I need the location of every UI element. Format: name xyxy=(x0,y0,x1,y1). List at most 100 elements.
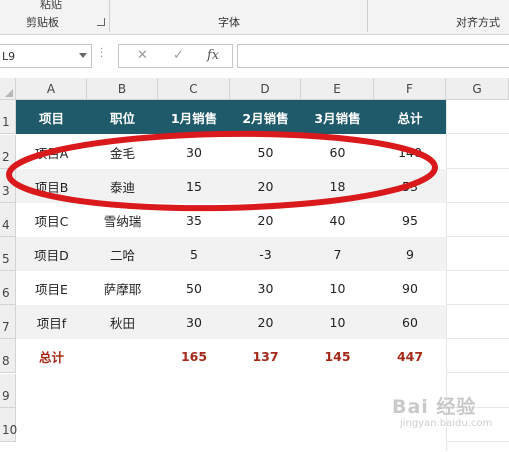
cell[interactable]: 项目C xyxy=(16,203,87,237)
cell[interactable]: 1月销售 xyxy=(158,100,230,134)
cell[interactable]: 项目E xyxy=(16,271,87,305)
formula-bar-grip-icon[interactable]: · · · xyxy=(100,45,104,63)
cell[interactable]: 10 xyxy=(301,271,374,305)
table-row: 项目f 秋田 30 20 10 60 xyxy=(16,305,446,339)
cell[interactable]: 30 xyxy=(158,135,230,169)
gridline xyxy=(446,270,509,271)
cell[interactable]: 2月销售 xyxy=(230,100,301,134)
cell[interactable]: 3月销售 xyxy=(301,100,374,134)
table-row: 项目B 泰迪 15 20 18 53 xyxy=(16,169,446,203)
gridline xyxy=(446,372,509,373)
cell[interactable]: 40 xyxy=(301,203,374,237)
cell[interactable]: 165 xyxy=(158,339,230,373)
cell[interactable]: 140 xyxy=(374,135,446,169)
clipboard-launcher-icon[interactable] xyxy=(97,18,105,26)
name-box[interactable]: L9 xyxy=(0,44,92,68)
cell[interactable]: 项目B xyxy=(16,169,87,203)
cell[interactable]: 总计 xyxy=(374,100,446,134)
gridline xyxy=(446,338,509,339)
cell[interactable]: 职位 xyxy=(87,100,158,134)
gridline xyxy=(446,236,509,237)
column-header-d[interactable]: D xyxy=(230,78,301,100)
table-row: 项目C 雪纳瑞 35 20 40 95 xyxy=(16,203,446,237)
row-header-3[interactable]: 3 xyxy=(0,169,16,203)
ribbon: 粘贴 剪贴板 字体 对齐方式 xyxy=(0,0,509,35)
cell[interactable]: 萨摩耶 xyxy=(87,271,158,305)
cell[interactable]: 50 xyxy=(230,135,301,169)
cell[interactable]: 项目D xyxy=(16,237,87,271)
cell[interactable]: 7 xyxy=(301,237,374,271)
cell[interactable]: 137 xyxy=(230,339,301,373)
cell[interactable]: 53 xyxy=(374,169,446,203)
cell[interactable]: 15 xyxy=(158,169,230,203)
cell[interactable]: 二哈 xyxy=(87,237,158,271)
name-box-value: L9 xyxy=(2,50,16,63)
cell[interactable]: 20 xyxy=(230,305,301,339)
cell[interactable]: -3 xyxy=(230,237,301,271)
row-header-10[interactable]: 10 xyxy=(0,408,17,442)
watermark-logo: Bai 经验 xyxy=(392,396,477,418)
ribbon-separator xyxy=(367,0,368,32)
column-header-e[interactable]: E xyxy=(301,78,374,100)
column-header-f[interactable]: F xyxy=(374,78,446,100)
name-box-dropdown-icon[interactable] xyxy=(79,53,87,58)
cell[interactable]: 项目f xyxy=(16,305,87,339)
cell[interactable]: 10 xyxy=(301,305,374,339)
cell[interactable]: 145 xyxy=(301,339,374,373)
formula-input[interactable] xyxy=(237,44,509,68)
cell[interactable]: 50 xyxy=(158,271,230,305)
cell[interactable]: 60 xyxy=(301,135,374,169)
ribbon-separator xyxy=(109,0,110,32)
cell[interactable]: 项目A xyxy=(16,135,87,169)
cell[interactable] xyxy=(87,339,158,373)
formula-bar: L9 · · · ✕ ✓ fx xyxy=(0,35,509,75)
column-header-a[interactable]: A xyxy=(16,78,87,100)
row-header-4[interactable]: 4 xyxy=(0,203,16,237)
column-header-b[interactable]: B xyxy=(87,78,158,100)
table-row: 项目E 萨摩耶 50 30 10 90 xyxy=(16,271,446,305)
cell[interactable]: 雪纳瑞 xyxy=(87,203,158,237)
cell[interactable]: 35 xyxy=(158,203,230,237)
row-header-1[interactable]: 1 xyxy=(0,100,16,134)
cell[interactable]: 60 xyxy=(374,305,446,339)
row-header-2[interactable]: 2 xyxy=(0,135,16,169)
row-header-5[interactable]: 5 xyxy=(0,237,16,271)
cell[interactable]: 95 xyxy=(374,203,446,237)
cell[interactable]: 项目 xyxy=(16,100,87,134)
cell[interactable]: 秋田 xyxy=(87,305,158,339)
select-all-corner[interactable] xyxy=(0,78,16,100)
formula-buttons: ✕ ✓ fx xyxy=(118,44,233,68)
cell[interactable]: 18 xyxy=(301,169,374,203)
font-group-label: 字体 xyxy=(218,16,240,29)
cell[interactable]: 9 xyxy=(374,237,446,271)
gridline xyxy=(446,168,509,169)
cell[interactable]: 30 xyxy=(230,271,301,305)
enter-icon[interactable]: ✓ xyxy=(173,48,184,63)
cell[interactable]: 30 xyxy=(158,305,230,339)
table-total-row: 总计 165 137 145 447 xyxy=(16,339,446,373)
row-header-7[interactable]: 7 xyxy=(0,305,16,339)
cancel-icon[interactable]: ✕ xyxy=(137,48,148,63)
table-row: 项目A 金毛 30 50 60 140 xyxy=(16,135,446,169)
paste-label[interactable]: 粘贴 xyxy=(40,0,100,11)
gridline xyxy=(446,441,509,442)
insert-function-icon[interactable]: fx xyxy=(207,48,219,63)
row-header-9[interactable]: 9 xyxy=(0,374,16,408)
column-header-g[interactable]: G xyxy=(446,78,509,100)
cell[interactable]: 90 xyxy=(374,271,446,305)
cell[interactable]: 金毛 xyxy=(87,135,158,169)
cell[interactable]: 泰迪 xyxy=(87,169,158,203)
column-header-c[interactable]: C xyxy=(158,78,230,100)
table-header-row: 项目 职位 1月销售 2月销售 3月销售 总计 xyxy=(16,100,446,134)
cell[interactable]: 20 xyxy=(230,169,301,203)
cell[interactable]: 5 xyxy=(158,237,230,271)
cell[interactable]: 总计 xyxy=(16,339,87,373)
row-header-8[interactable]: 8 xyxy=(0,339,16,373)
cell[interactable]: 20 xyxy=(230,203,301,237)
gridline xyxy=(446,133,509,134)
row-header-6[interactable]: 6 xyxy=(0,271,16,305)
cell[interactable]: 447 xyxy=(374,339,446,373)
gridline xyxy=(446,202,509,203)
table-row: 项目D 二哈 5 -3 7 9 xyxy=(16,237,446,271)
watermark-url: jingyan.baidu.com xyxy=(400,418,493,429)
